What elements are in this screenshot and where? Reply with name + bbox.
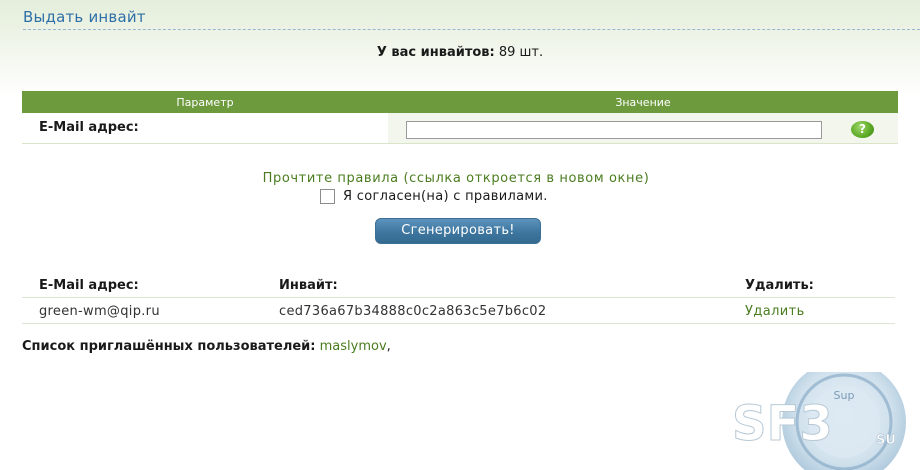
column-header-invite: Инвайт: <box>279 278 338 293</box>
invite-code: ced736a67b34888c0c2a863c5e7b6c02 <box>279 304 547 319</box>
agree-row: Я согласен(на) с правилами. <box>320 188 548 204</box>
title-divider <box>23 29 920 30</box>
delete-link[interactable]: Удалить <box>745 304 805 319</box>
column-header-value: Значение <box>615 95 671 109</box>
column-header-email: E-Mail адрес: <box>39 278 139 293</box>
invite-count-value: 89 шт. <box>498 45 544 60</box>
question-icon[interactable]: ? <box>851 121 874 138</box>
rules-link[interactable]: Прочтите правила (ссылка откроется в нов… <box>0 171 912 186</box>
invites-table: E-Mail адрес: Инвайт: Удалить: green-wm@… <box>22 272 895 324</box>
column-header-delete: Удалить: <box>745 278 814 293</box>
invited-user-link[interactable]: maslymov <box>320 339 387 354</box>
page-title: Выдать инвайт <box>23 8 146 26</box>
invite-email: green-wm@qip.ru <box>39 304 160 319</box>
column-header-parameter: Параметр <box>176 95 234 109</box>
site-logo-watermark: Sup SF3 SU <box>732 372 906 470</box>
invite-count: У вас инвайтов: 89 шт. <box>0 45 920 60</box>
invites-table-header: E-Mail адрес: Инвайт: Удалить: <box>22 272 895 298</box>
email-input[interactable] <box>406 121 822 139</box>
generate-button[interactable]: Сгенерировать! <box>375 218 541 244</box>
watermark-text: SF3 <box>732 396 833 452</box>
agree-checkbox[interactable] <box>320 188 335 204</box>
watermark-top-text: Sup <box>834 389 855 402</box>
invited-users-label: Список приглашённых пользователей: <box>22 339 316 354</box>
list-separator: , <box>386 339 391 354</box>
watermark-suffix: SU <box>876 433 896 448</box>
agree-label: Я согласен(на) с правилами. <box>343 188 548 204</box>
invite-count-label: У вас инвайтов: <box>376 45 495 60</box>
email-label: E-Mail адрес: <box>22 113 388 143</box>
table-row: green-wm@qip.ru ced736a67b34888c0c2a863c… <box>22 298 895 324</box>
invited-users-list: Список приглашённых пользователей: masly… <box>22 339 391 354</box>
parameter-table-header: Параметр Значение <box>22 91 898 113</box>
